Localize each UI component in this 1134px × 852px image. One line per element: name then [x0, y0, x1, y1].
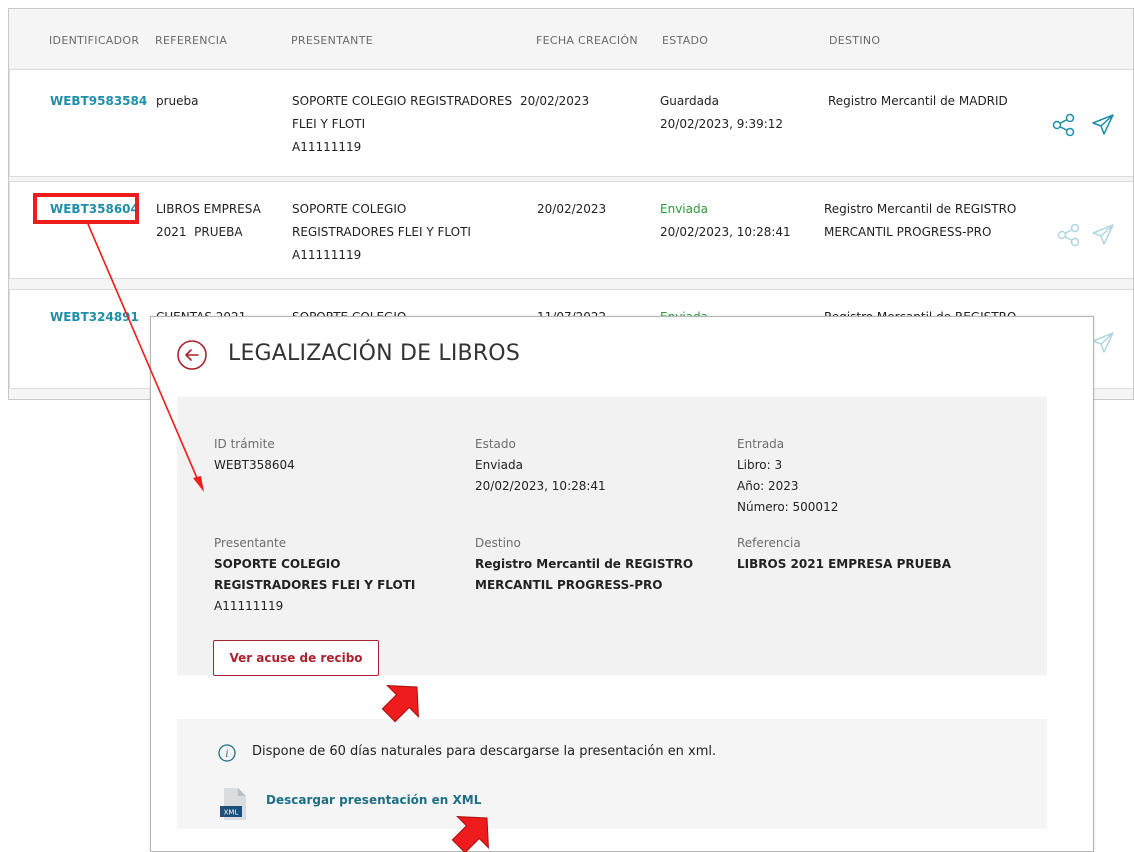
field-id-tramite: ID trámite WEBT358604 [214, 434, 295, 476]
detail-panel: ID trámite WEBT358604 Estado Enviada 20/… [177, 397, 1047, 676]
table-row[interactable]: WEBT358604 LIBROS EMPRESA 2021 PRUEBA SO… [9, 181, 1133, 279]
send-icon[interactable] [1090, 222, 1116, 248]
row-destino: Registro Mercantil de MADRID [828, 94, 1008, 108]
field-label: ID trámite [214, 437, 275, 451]
field-value: MERCANTIL PROGRESS-PRO [475, 578, 663, 592]
field-label: Estado [475, 437, 516, 451]
row-fecha: 20/02/2023 [537, 202, 607, 216]
field-value: Año: 2023 [737, 479, 799, 493]
row-estado-fecha: 20/02/2023, 9:39:12 [660, 117, 784, 131]
download-notice-panel: i Dispone de 60 días naturales para desc… [177, 719, 1047, 829]
xml-file-icon[interactable]: XML [220, 787, 248, 821]
row-presentante-line: SOPORTE COLEGIO [292, 202, 407, 216]
field-label: Destino [475, 536, 521, 550]
send-icon[interactable] [1090, 112, 1116, 138]
svg-text:i: i [225, 749, 228, 760]
header-identificador[interactable]: IDENTIFICADOR [49, 34, 139, 47]
row-referencia-line: LIBROS EMPRESA [156, 202, 261, 216]
row-destino-line: Registro Mercantil de REGISTRO [824, 202, 1017, 216]
header-presentante[interactable]: PRESENTANTE [291, 34, 373, 47]
highlight-box [33, 193, 139, 224]
row-identifier-link[interactable]: WEBT9583584 [50, 94, 147, 108]
field-value: LIBROS 2021 EMPRESA PRUEBA [737, 557, 951, 571]
download-xml-link[interactable]: Descargar presentación en XML [266, 793, 481, 807]
field-label: Presentante [214, 536, 287, 550]
table-header: IDENTIFICADOR REFERENCIA PRESENTANTE FEC… [9, 9, 1133, 69]
detail-modal: LEGALIZACIÓN DE LIBROS ID trámite WEBT35… [150, 316, 1094, 852]
field-value: 20/02/2023, 10:28:41 [475, 479, 606, 493]
row-estado-fecha: 20/02/2023, 10:28:41 [660, 225, 791, 239]
row-referencia: prueba [156, 94, 199, 108]
header-destino[interactable]: DESTINO [829, 34, 880, 47]
row-presentante-line: A11111119 [292, 248, 362, 262]
xml-icon-label: XML [224, 809, 239, 817]
field-value: Libro: 3 [737, 458, 783, 472]
header-referencia[interactable]: REFERENCIA [155, 34, 227, 47]
field-value: Registro Mercantil de REGISTRO [475, 557, 694, 571]
field-value: SOPORTE COLEGIO [214, 557, 341, 571]
field-presentante: Presentante SOPORTE COLEGIO REGISTRADORE… [214, 533, 415, 617]
field-referencia: Referencia LIBROS 2021 EMPRESA PRUEBA [737, 533, 951, 575]
row-estado: Guardada [660, 94, 719, 108]
field-destino: Destino Registro Mercantil de REGISTRO M… [475, 533, 693, 596]
share-icon[interactable] [1051, 112, 1077, 138]
modal-title: LEGALIZACIÓN DE LIBROS [228, 341, 520, 366]
header-fecha-creacion[interactable]: FECHA CREACIÓN [536, 34, 638, 47]
info-icon: i [218, 744, 236, 762]
table-row[interactable]: WEBT9583584 prueba SOPORTE COLEGIO REGIS… [9, 69, 1133, 177]
header-estado[interactable]: ESTADO [662, 34, 708, 47]
row-presentante-line: FLEI Y FLOTI [292, 117, 366, 131]
field-estado: Estado Enviada 20/02/2023, 10:28:41 [475, 434, 606, 497]
row-fecha: 20/02/2023 [520, 94, 590, 108]
row-presentante-line: A11111119 [292, 140, 362, 154]
field-label: Referencia [737, 536, 801, 550]
view-receipt-button[interactable]: Ver acuse de recibo [213, 640, 379, 676]
field-value: Número: 500012 [737, 500, 839, 514]
row-referencia-line: 2021 PRUEBA [156, 225, 243, 239]
field-label: Entrada [737, 437, 785, 451]
field-entrada: Entrada Libro: 3 Año: 2023 Número: 50001… [737, 434, 838, 518]
field-value: A11111119 [214, 599, 284, 613]
field-value: Enviada [475, 458, 523, 472]
download-notice-text: Dispone de 60 días naturales para descar… [252, 744, 717, 759]
row-presentante-line: SOPORTE COLEGIO REGISTRADORES [292, 94, 513, 108]
field-value: REGISTRADORES FLEI Y FLOTI [214, 578, 416, 592]
field-value: WEBT358604 [214, 458, 295, 472]
share-icon[interactable] [1056, 222, 1082, 248]
row-presentante-line: REGISTRADORES FLEI Y FLOTI [292, 225, 471, 239]
row-destino-line: MERCANTIL PROGRESS-PRO [824, 225, 992, 239]
back-arrow-icon[interactable] [176, 339, 208, 371]
row-estado: Enviada [660, 202, 708, 216]
row-identifier-link[interactable]: WEBT324891 [50, 310, 139, 324]
